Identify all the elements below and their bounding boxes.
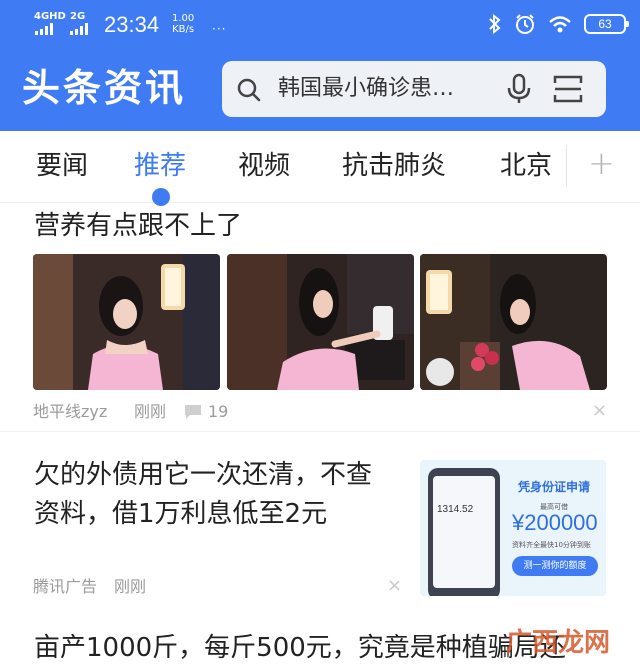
dismiss-ad-button[interactable]: × xyxy=(387,575,402,596)
alarm-icon xyxy=(516,14,534,34)
battery-indicator: 63 xyxy=(584,14,629,34)
network-speed: 1.00 KB/s xyxy=(172,13,194,35)
ad-title-line-2[interactable]: 资料，借1万利息低至2元 xyxy=(34,494,327,534)
article-image-2[interactable] xyxy=(227,254,414,390)
bluetooth-icon xyxy=(489,14,501,34)
active-tab-indicator xyxy=(152,188,170,206)
ad-card-button[interactable]: 测一测你的额度 xyxy=(512,556,598,576)
search-input[interactable]: 韩国最小确诊患… xyxy=(278,74,488,104)
ad-image[interactable]: 1314.52 凭身份证申请 最高可借 ¥200000 资料齐全最快10分钟到账… xyxy=(420,460,606,596)
app-title: 头条资讯 xyxy=(22,66,187,110)
article-title-3[interactable]: 亩产1000斤，每斤500元，究竟是种植骗局还 xyxy=(34,628,566,668)
comment-icon xyxy=(185,405,201,419)
phone-screen xyxy=(433,476,495,588)
tab-recommended[interactable]: 推荐 xyxy=(134,149,186,183)
tab-video[interactable]: 视频 xyxy=(238,149,290,183)
ad-card-amount: ¥200000 xyxy=(512,510,598,535)
wifi-icon xyxy=(549,16,571,33)
article-image-1[interactable] xyxy=(33,254,220,390)
add-channel-button[interactable]: + xyxy=(588,143,615,183)
channel-tabs: 要闻 推荐 视频 抗击肺炎 北京 + xyxy=(0,131,640,206)
signal-icon xyxy=(35,23,53,35)
ad-card-title: 凭身份证申请 xyxy=(518,480,591,494)
ad-time: 刚刚 xyxy=(114,577,147,596)
search-icon xyxy=(237,78,261,102)
dismiss-button[interactable]: × xyxy=(592,400,607,421)
article-time: 刚刚 xyxy=(134,402,167,421)
article-source: 地平线zyz xyxy=(33,402,108,421)
network-label-2: 2G xyxy=(70,11,86,22)
tab-beijing[interactable]: 北京 xyxy=(500,149,552,183)
network-label-1: 4GHD xyxy=(34,11,66,22)
ad-card-note: 资料齐全最快10分钟到账 xyxy=(512,541,591,549)
ad-title-line-1[interactable]: 欠的外债用它一次还清，不查 xyxy=(34,455,372,495)
tab-fight-pneumonia[interactable]: 抗击肺炎 xyxy=(342,149,446,183)
more-notifications-icon: ··· xyxy=(212,22,227,36)
comment-count: 19 xyxy=(208,402,229,421)
article-title[interactable]: 营养有点跟不上了 xyxy=(34,206,242,246)
search-bar[interactable]: 韩国最小确诊患… xyxy=(222,61,606,117)
article-image-3[interactable] xyxy=(420,254,607,390)
ad-phone-amount: 1314.52 xyxy=(437,504,474,515)
signal-icon-2 xyxy=(70,23,88,35)
feed-divider xyxy=(0,431,640,432)
tab-news[interactable]: 要闻 xyxy=(36,149,88,183)
speed-unit: KB/s xyxy=(172,24,195,35)
scan-icon[interactable] xyxy=(552,73,584,105)
status-bar: 4GHD 2G 23:34 1.00 KB/s ··· 63 xyxy=(0,0,640,50)
speed-value: 1.00 xyxy=(172,13,195,24)
mic-icon[interactable] xyxy=(506,73,532,105)
tab-divider xyxy=(566,145,567,187)
ad-source: 腾讯广告 xyxy=(33,577,98,596)
watermark: 广西龙网 xyxy=(506,628,611,658)
clock: 23:34 xyxy=(104,12,160,37)
